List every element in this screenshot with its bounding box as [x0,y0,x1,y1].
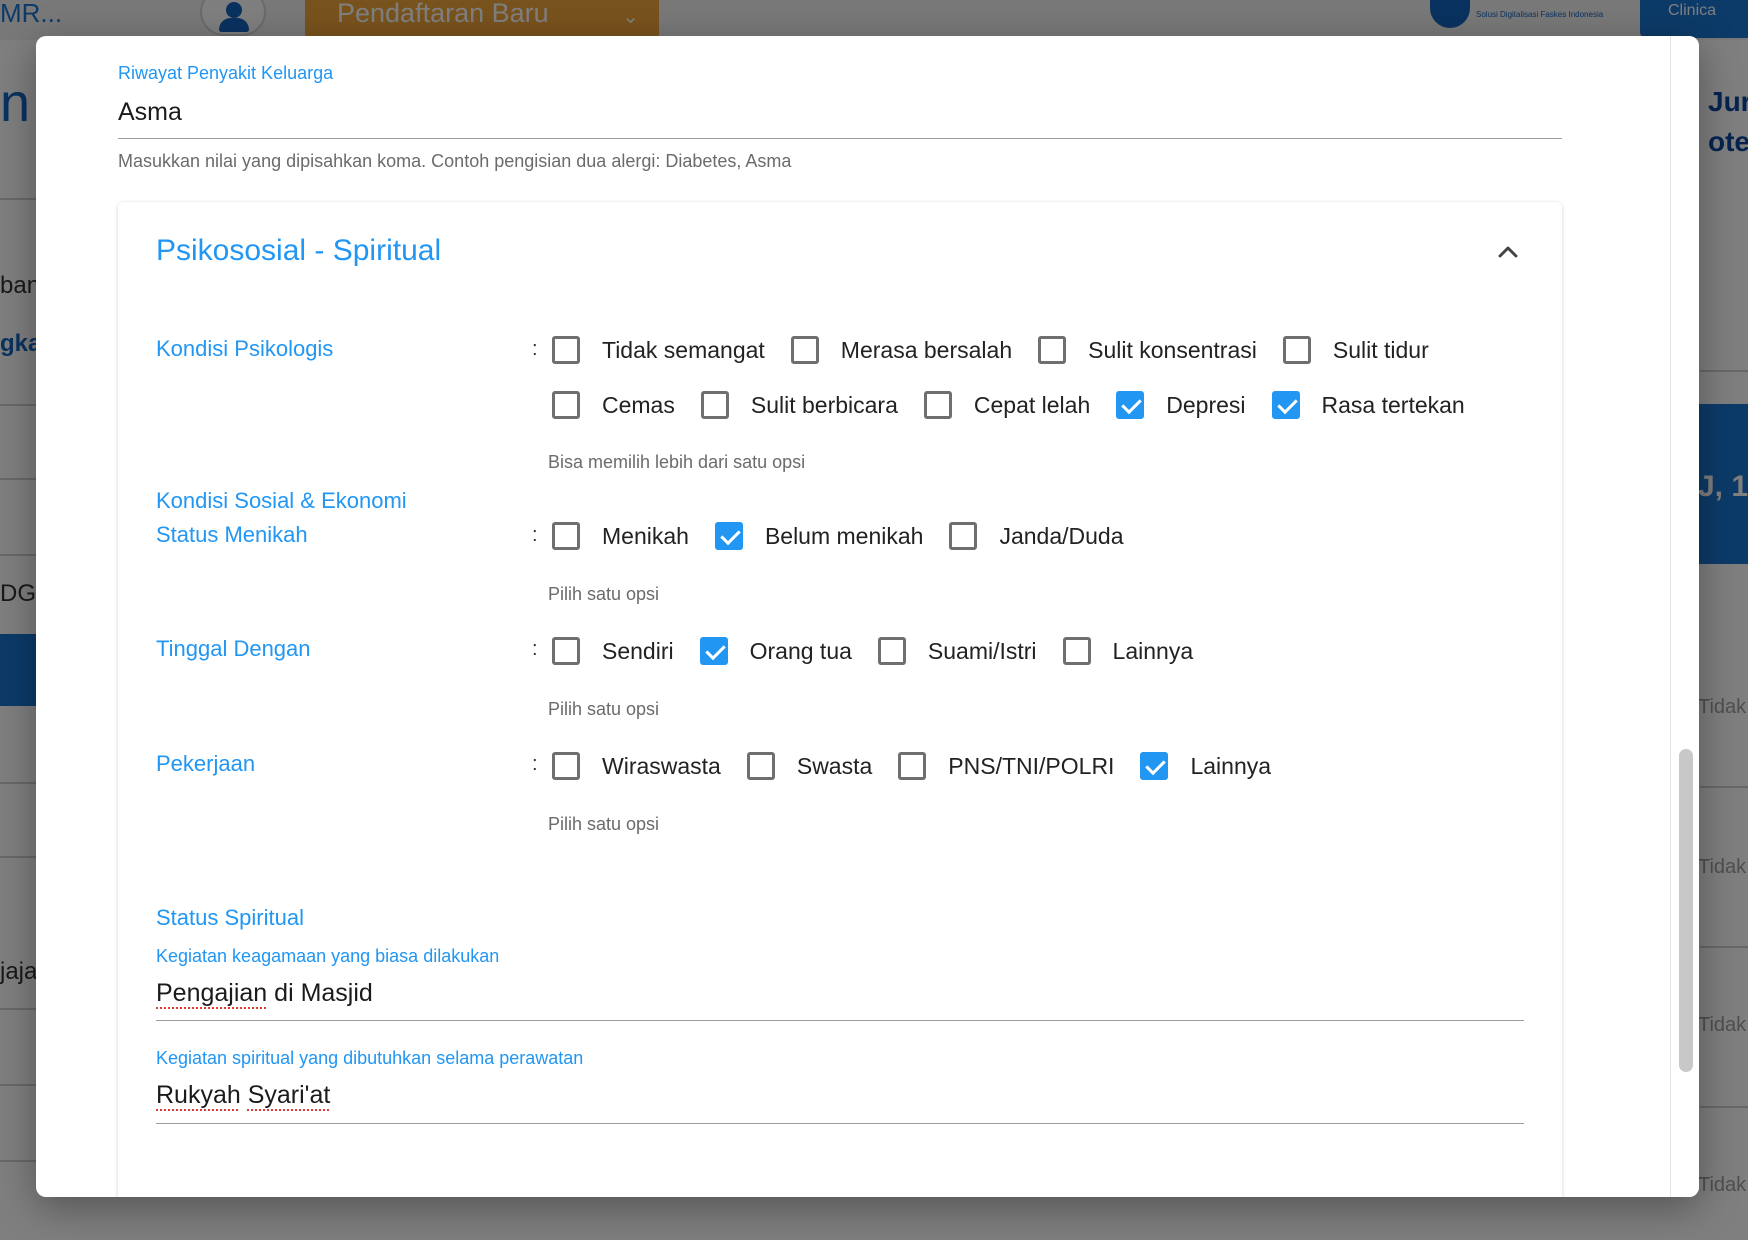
living-with-options: Sendiri Orang tua Suami/Istri Lainnya [550,637,1217,665]
family-history-underline [118,138,1562,139]
checkbox[interactable] [1038,336,1067,364]
marital-status-hint: Pilih satu opsi [548,584,660,604]
checkbox[interactable] [552,336,580,364]
option-depresi[interactable]: Depresi [1114,391,1246,419]
checkbox[interactable] [923,391,952,419]
marital-status-label: Status Menikah [156,522,308,547]
assessment-modal: Riwayat Penyakit Keluarga Asma Masukkan … [36,36,1699,1197]
checkbox[interactable] [700,391,729,419]
checkbox[interactable] [552,752,580,780]
religious-activity-input[interactable]: Pengajian di Masjid [156,979,373,1008]
checkbox[interactable] [552,522,580,550]
option-wiraswasta[interactable]: Wiraswasta [550,752,721,780]
option-pns-tni-polri[interactable]: PNS/TNI/POLRI [896,752,1114,780]
option-cemas[interactable]: Cemas [550,391,675,419]
living-with-hint: Pilih satu opsi [548,699,660,719]
spiritual-need-input[interactable]: Rukyah Syari'at [156,1081,330,1110]
checkbox[interactable] [1140,752,1169,780]
psychological-hint: Bisa memilih lebih dari satu opsi [548,452,806,472]
checkbox[interactable] [1116,391,1145,419]
psychological-options-row-2: Cemas Sulit berbicara Cepat lelah Depres… [550,391,1489,419]
checkbox[interactable] [877,637,906,665]
option-rasa-tertekan[interactable]: Rasa tertekan [1270,391,1465,419]
option-lainnya-living[interactable]: Lainnya [1061,637,1193,665]
option-menikah[interactable]: Menikah [550,522,689,550]
checkbox[interactable] [1062,637,1091,665]
occupation-options: Wiraswasta Swasta PNS/TNI/POLRI Lainnya [550,752,1295,780]
spiritual-need-label: Kegiatan spiritual yang dibutuhkan selam… [156,1048,584,1068]
option-suami-istri[interactable]: Suami/Istri [876,637,1037,665]
checkbox[interactable] [949,522,978,550]
psychological-condition-label: Kondisi Psikologis [156,336,334,361]
option-swasta[interactable]: Swasta [745,752,872,780]
panel-title[interactable]: Psikososial - Spiritual [156,234,441,268]
checkbox[interactable] [790,336,819,364]
checkbox[interactable] [552,391,580,419]
religious-activity-underline [156,1020,1524,1021]
family-history-input[interactable]: Asma [118,98,182,127]
psychological-options-row-1: Tidak semangat Merasa bersalah Sulit kon… [550,336,1453,364]
collapse-panel-button[interactable] [1492,236,1524,268]
checkbox[interactable] [552,637,580,665]
option-tidak-semangat[interactable]: Tidak semangat [550,336,765,364]
chevron-up-icon [1498,246,1518,258]
social-economic-heading: Kondisi Sosial & Ekonomi [156,488,407,513]
option-janda-duda[interactable]: Janda/Duda [947,522,1124,550]
option-lainnya-job[interactable]: Lainnya [1138,752,1271,780]
checkbox[interactable] [1282,336,1311,364]
spiritual-status-heading: Status Spiritual [156,905,304,930]
occupation-label: Pekerjaan [156,751,256,776]
occupation-hint: Pilih satu opsi [548,814,660,834]
family-history-label: Riwayat Penyakit Keluarga [118,63,334,83]
family-history-hint: Masukkan nilai yang dipisahkan koma. Con… [118,151,792,171]
option-sendiri[interactable]: Sendiri [550,637,674,665]
option-sulit-konsentrasi[interactable]: Sulit konsentrasi [1036,336,1257,364]
psychosocial-spiritual-panel: Psikososial - Spiritual Kondisi Psikolog… [118,202,1562,1197]
option-sulit-tidur[interactable]: Sulit tidur [1281,336,1429,364]
spiritual-need-underline [156,1123,1524,1124]
checkbox[interactable] [699,637,728,665]
modal-scrollbar-thumb[interactable] [1679,749,1693,1072]
religious-activity-label: Kegiatan keagamaan yang biasa dilakukan [156,946,500,966]
checkbox[interactable] [714,522,743,550]
checkbox[interactable] [898,752,927,780]
option-sulit-berbicara[interactable]: Sulit berbicara [699,391,898,419]
option-orang-tua[interactable]: Orang tua [698,637,852,665]
option-merasa-bersalah[interactable]: Merasa bersalah [789,336,1012,364]
marital-status-options: Menikah Belum menikah Janda/Duda [550,522,1148,550]
option-cepat-lelah[interactable]: Cepat lelah [922,391,1090,419]
living-with-label: Tinggal Dengan [156,636,311,661]
checkbox[interactable] [1271,391,1300,419]
checkbox[interactable] [746,752,775,780]
option-belum-menikah[interactable]: Belum menikah [713,522,923,550]
